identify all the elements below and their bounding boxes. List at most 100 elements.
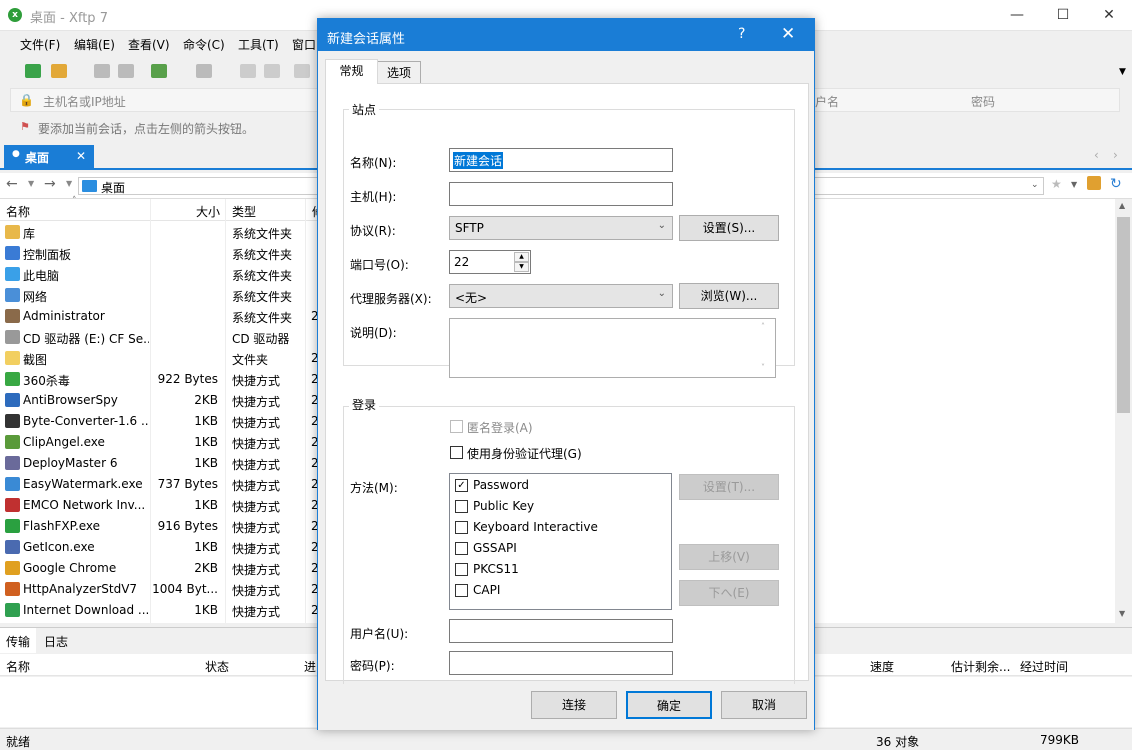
table-row[interactable]: CD 驱动器 (E:) CF Se... CD 驱动器 [0, 327, 318, 348]
forward-dropdown-icon[interactable]: ▼ [66, 179, 72, 188]
move-down-button[interactable]: 下へ(E) [679, 580, 779, 606]
host-input[interactable]: 主机名或IP地址 [43, 93, 126, 110]
scroll-down-icon[interactable]: ˅ [761, 363, 765, 372]
method-checkbox[interactable] [455, 521, 468, 534]
transfer-icon[interactable] [294, 64, 310, 78]
close-window-button[interactable]: ✕ [1086, 0, 1132, 31]
maximize-button[interactable]: ☐ [1040, 0, 1086, 31]
method-checkbox[interactable] [455, 584, 468, 597]
table-row[interactable]: HttpAnalyzerStdV7 1004 Byt... 快捷方式 2 [0, 579, 319, 600]
user-input[interactable]: 户名 [815, 93, 839, 110]
name-input[interactable]: 新建会话 [449, 148, 673, 172]
forward-icon[interactable]: → [44, 176, 56, 192]
vertical-scrollbar[interactable]: ▲ ▼ [1115, 199, 1132, 623]
auth-agent-checkbox[interactable] [450, 446, 463, 459]
menu-window[interactable]: 窗口 [292, 36, 316, 53]
port-stepper[interactable]: 22 ▲ ▼ [449, 250, 531, 274]
transfer-col-speed[interactable]: 速度 [870, 658, 894, 675]
table-row[interactable]: 截图 文件夹 2 [0, 348, 319, 369]
scroll-up-icon[interactable]: ▲ [1119, 201, 1125, 210]
table-row[interactable]: Administrator 系统文件夹 2 [0, 306, 319, 327]
bookmark-arrow-icon[interactable]: ⚑ [20, 120, 30, 133]
connect-icon[interactable] [94, 64, 110, 78]
copy-icon[interactable] [240, 64, 256, 78]
back-icon[interactable]: ← [6, 176, 18, 192]
dialog-close-icon[interactable]: ✕ [781, 24, 795, 44]
password-input[interactable]: 密码 [971, 93, 995, 110]
tab-desktop[interactable]: ● 桌面 ✕ [4, 145, 94, 170]
table-row[interactable]: ClipAngel.exe 1KB 快捷方式 2 [0, 432, 319, 453]
proxy-select[interactable]: <无> ⌄ [449, 284, 673, 308]
method-checkbox[interactable] [455, 563, 468, 576]
cancel-button[interactable]: 取消 [721, 691, 807, 719]
table-row[interactable]: 库 系统文件夹 [0, 222, 318, 243]
table-row[interactable]: FlashFXP.exe 916 Bytes 快捷方式 2 [0, 516, 319, 537]
tab-prev-icon[interactable]: ‹ [1094, 148, 1099, 162]
disconnect-icon[interactable] [118, 64, 134, 78]
table-row[interactable]: 此电脑 系统文件夹 [0, 264, 318, 285]
protocol-select[interactable]: SFTP ⌄ [449, 216, 673, 240]
table-row[interactable]: EMCO Network Inv... 1KB 快捷方式 2 [0, 495, 319, 516]
menu-view[interactable]: 查看(V) [128, 36, 170, 53]
col-type[interactable]: 类型 [232, 203, 256, 220]
table-row[interactable]: Byte-Converter-1.6 ... 1KB 快捷方式 2 [0, 411, 319, 432]
back-dropdown-icon[interactable]: ▼ [28, 179, 34, 188]
browse-proxy-button[interactable]: 浏览(W)... [679, 283, 779, 309]
terminal-icon[interactable] [196, 64, 212, 78]
table-row[interactable]: AntiBrowserSpy 2KB 快捷方式 2 [0, 390, 319, 411]
home-icon[interactable] [1087, 176, 1101, 190]
tab-transfer[interactable]: 传输 [0, 628, 36, 653]
transfer-col-name[interactable]: 名称 [6, 658, 30, 675]
menu-edit[interactable]: 编辑(E) [74, 36, 115, 53]
username-field[interactable] [449, 619, 673, 643]
tab-next-icon[interactable]: › [1113, 148, 1118, 162]
scroll-up-icon[interactable]: ˄ [761, 322, 765, 331]
table-row[interactable]: 控制面板 系统文件夹 [0, 243, 318, 264]
anonymous-checkbox[interactable] [450, 420, 463, 433]
port-up-icon[interactable]: ▲ [514, 252, 529, 262]
tab-log[interactable]: 日志 [44, 633, 68, 650]
scroll-down-icon[interactable]: ▼ [1119, 609, 1125, 618]
toolbar-overflow-icon[interactable]: ▼ [1119, 67, 1126, 77]
menu-command[interactable]: 命令(C) [183, 36, 225, 53]
new-tab-icon[interactable] [151, 64, 167, 78]
new-session-icon[interactable] [25, 64, 41, 78]
path-input[interactable]: 桌面 [78, 177, 318, 195]
table-row[interactable]: EasyWatermark.exe 737 Bytes 快捷方式 2 [0, 474, 319, 495]
favorite-icon[interactable]: ★ [1051, 177, 1062, 191]
path-dropdown-icon[interactable]: ⌄ [1031, 180, 1039, 190]
col-name[interactable]: 名称 [6, 203, 30, 220]
port-down-icon[interactable]: ▼ [514, 262, 529, 272]
connect-button[interactable]: 连接 [531, 691, 617, 719]
move-up-button[interactable]: 上移(V) [679, 544, 779, 570]
menu-file[interactable]: 文件(F) [20, 36, 60, 53]
path-input-tail[interactable]: ⌄ [814, 177, 1044, 195]
method-checkbox[interactable] [455, 500, 468, 513]
table-row[interactable]: Google Chrome 2KB 快捷方式 2 [0, 558, 319, 579]
password-field[interactable] [449, 651, 673, 675]
table-row[interactable]: 网络 系统文件夹 [0, 285, 318, 306]
host-field[interactable] [449, 182, 673, 206]
col-size[interactable]: 大小 [196, 203, 220, 220]
ok-button[interactable]: 确定 [626, 691, 712, 719]
menu-tools[interactable]: 工具(T) [238, 36, 279, 53]
tab-close-icon[interactable]: ✕ [76, 149, 86, 163]
tab-general[interactable]: 常规 [325, 59, 378, 84]
paste-icon[interactable] [264, 64, 280, 78]
transfer-col-progress[interactable]: 进 [304, 658, 316, 675]
transfer-col-remaining[interactable]: 估计剩余... [951, 658, 1010, 675]
protocol-settings-button[interactable]: 设置(S)... [679, 215, 779, 241]
transfer-col-status[interactable]: 状态 [205, 658, 229, 675]
method-checkbox[interactable] [455, 479, 468, 492]
favorite-dropdown-icon[interactable]: ▼ [1071, 180, 1077, 189]
transfer-col-elapsed[interactable]: 经过时间 [1020, 658, 1068, 675]
table-row[interactable]: GetIcon.exe 1KB 快捷方式 2 [0, 537, 319, 558]
table-row[interactable]: 360杀毒 922 Bytes 快捷方式 2 [0, 369, 319, 390]
help-button[interactable]: ? [738, 26, 745, 42]
refresh-icon[interactable]: ↻ [1110, 176, 1122, 192]
method-settings-button[interactable]: 设置(T)... [679, 474, 779, 500]
table-row[interactable]: DeployMaster 6 1KB 快捷方式 2 [0, 453, 319, 474]
scroll-thumb[interactable] [1117, 217, 1130, 413]
method-checkbox[interactable] [455, 542, 468, 555]
tab-options[interactable]: 选项 [377, 61, 421, 84]
